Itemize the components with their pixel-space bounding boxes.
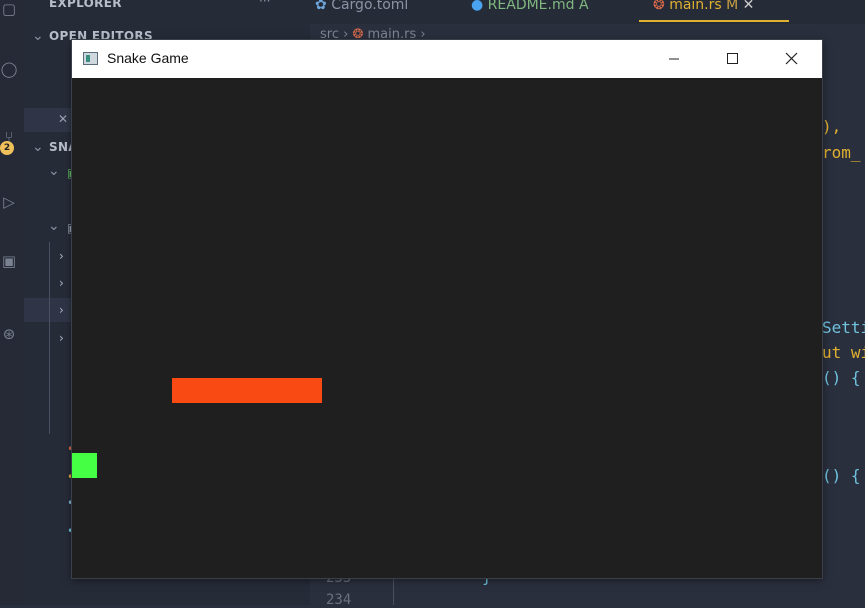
files-icon[interactable]: ▢: [0, 0, 18, 18]
tab-cargo-toml[interactable]: ✿ Cargo.toml: [315, 0, 408, 22]
source-control-badge: 2: [0, 141, 14, 155]
code-fragment: ut wi: [822, 343, 865, 362]
snake-body: [172, 378, 322, 403]
snake-game-window: Snake Game: [72, 40, 822, 578]
code-fragment: rom_: [822, 143, 861, 162]
app-icon: [83, 52, 98, 65]
chevron-right-icon[interactable]: ›: [59, 299, 64, 321]
maximize-button[interactable]: [709, 40, 755, 78]
rust-icon: ❂: [653, 0, 665, 13]
game-canvas[interactable]: [72, 78, 822, 578]
code-fragment: Setti: [822, 318, 865, 337]
tab-main-rs[interactable]: ❂ main.rs M ✕: [653, 0, 754, 22]
chevron-down-icon[interactable]: ⌄: [32, 139, 44, 155]
activity-bar: ▢ ◯ ⑂ 2 ▷ ▣ ⊛: [0, 0, 24, 605]
chevron-down-icon[interactable]: ⌄: [48, 218, 60, 234]
tree-guide-line: [49, 242, 50, 434]
chevron-right-icon[interactable]: ›: [59, 327, 64, 349]
gear-icon: ✿: [315, 0, 327, 13]
chevron-right-icon[interactable]: ›: [59, 245, 64, 267]
extensions-icon[interactable]: ▣: [0, 252, 18, 270]
minimize-button[interactable]: [651, 40, 697, 78]
code-fragment: () {: [822, 466, 861, 485]
close-tab-icon[interactable]: ✕: [743, 0, 755, 13]
more-actions-icon[interactable]: ···: [259, 0, 270, 12]
code-fragment: ),: [822, 117, 842, 136]
close-button[interactable]: [769, 40, 815, 78]
code-fragment: () {: [822, 368, 861, 387]
chevron-down-icon[interactable]: ⌄: [48, 163, 60, 179]
search-icon[interactable]: ◯: [0, 60, 18, 78]
explorer-title: EXPLORER: [49, 0, 122, 10]
run-debug-icon[interactable]: ▷: [0, 193, 18, 211]
line-number: 234: [326, 592, 352, 608]
account-icon[interactable]: ⊛: [0, 325, 18, 343]
close-editor-icon[interactable]: ✕: [58, 108, 68, 130]
food-pellet: [72, 453, 97, 478]
chevron-right-icon[interactable]: ›: [59, 272, 64, 294]
indent-guide: [393, 575, 394, 605]
tab-readme-md[interactable]: ● README.md A: [471, 0, 589, 22]
maximize-icon: [727, 53, 738, 64]
window-title: Snake Game: [107, 50, 189, 66]
close-icon: [785, 52, 798, 65]
active-tab-indicator: [639, 20, 789, 22]
window-titlebar[interactable]: Snake Game: [72, 40, 822, 78]
info-icon: ●: [471, 0, 484, 13]
minimize-icon: [669, 58, 679, 60]
chevron-down-icon[interactable]: ⌄: [32, 28, 44, 44]
